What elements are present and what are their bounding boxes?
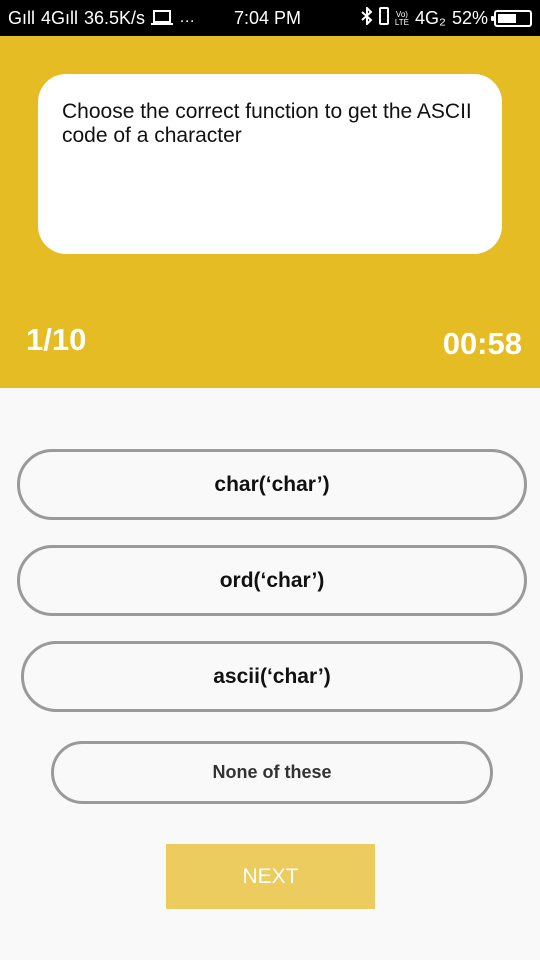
question-counter: 1/10 <box>26 322 87 357</box>
option-label: ord(‘char’) <box>219 568 325 592</box>
network-indicator: 4Gıll <box>41 7 79 28</box>
option-button-4[interactable]: None of these <box>51 741 493 804</box>
question-text: Choose the correct function to get the A… <box>62 100 472 147</box>
battery-icon <box>491 9 532 27</box>
option-button-3[interactable]: ascii(‘char’) <box>21 641 523 712</box>
clock: 7:04 PM <box>234 7 302 28</box>
vibrate-icon <box>378 6 389 30</box>
status-bar: Gıll 4Gıll 36.5K/s … 7:04 PM Vo) LTE 4G₂… <box>0 0 540 36</box>
battery-percent: 52% <box>451 7 488 28</box>
option-label: ascii(‘char’) <box>213 664 331 688</box>
bluetooth-icon <box>361 5 373 30</box>
status-right: Vo) LTE 4G₂ 52% <box>361 0 532 36</box>
quiz-header: Choose the correct function to get the A… <box>0 36 540 388</box>
option-label: char(‘char’) <box>214 472 330 496</box>
volte-icon: Vo) LTE <box>395 11 409 27</box>
option-button-2[interactable]: ord(‘char’) <box>17 545 527 616</box>
volte-bottom-label: LTE <box>394 18 409 27</box>
status-left: Gıll 4Gıll 36.5K/s … <box>8 0 196 36</box>
next-button[interactable]: NEXT <box>166 844 375 909</box>
network-type-right: 4G₂ <box>414 7 446 28</box>
network-speed: 36.5K/s <box>84 7 146 28</box>
laptop-icon <box>151 10 174 26</box>
question-card: Choose the correct function to get the A… <box>38 74 502 254</box>
more-notifications-icon: … <box>179 9 197 26</box>
option-button-1[interactable]: char(‘char’) <box>17 449 527 520</box>
countdown-timer: 00:58 <box>442 326 522 361</box>
option-label: None of these <box>212 762 332 782</box>
signal-strength-icon: Gıll <box>8 7 35 28</box>
